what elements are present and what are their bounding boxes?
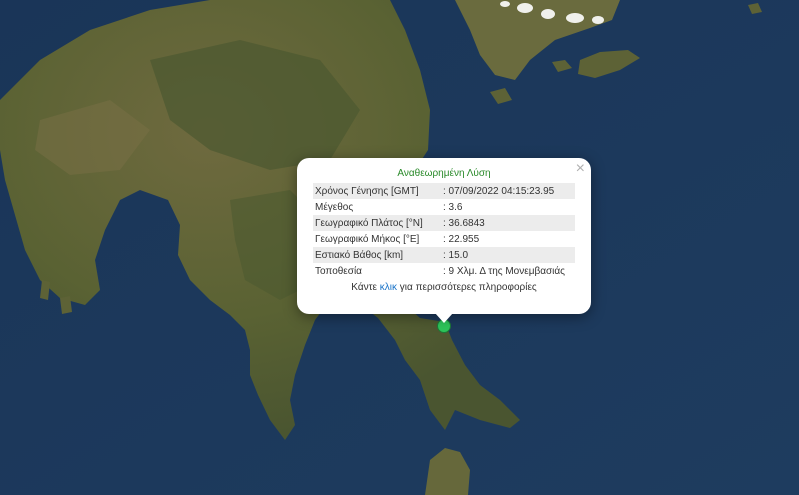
earthquake-details-table: Χρόνος Γένησης [GMT]: 07/09/2022 04:15:2… [313,183,575,279]
info-label: Μέγεθος [313,199,441,215]
more-info-line: Κάντε κλικ για περισσότερες πληροφορίες [313,281,575,295]
more-info-prefix: Κάντε [351,282,380,293]
more-info-suffix: για περισσότερες πληροφορίες [397,282,537,293]
info-label: Γεωγραφικό Μήκος [°E] [313,231,441,247]
info-row: Μέγεθος: 3.6 [313,199,575,215]
info-label: Χρόνος Γένησης [GMT] [313,183,441,199]
island [60,296,72,314]
info-label: Γεωγραφικό Πλάτος [°N] [313,215,441,231]
info-row: Χρόνος Γένησης [GMT]: 07/09/2022 04:15:2… [313,183,575,199]
popup-tip [435,313,453,323]
info-label: Τοποθεσία [313,263,441,279]
info-label: Εστιακό Βάθος [km] [313,247,441,263]
more-info-link[interactable]: κλικ [380,282,397,293]
close-icon[interactable]: × [576,161,585,177]
info-row: Γεωγραφικό Μήκος [°E]: 22.955 [313,231,575,247]
info-value: : 22.955 [441,231,575,247]
popup-title: Αναθεωρημένη Λύση [397,168,491,179]
info-row: Γεωγραφικό Πλάτος [°N]: 36.6843 [313,215,575,231]
info-value: : 15.0 [441,247,575,263]
info-row: Τοποθεσία: 9 Χλμ. Δ της Μονεμβασιάς [313,263,575,279]
earthquake-info-popup: × Αναθεωρημένη Λύση Χρόνος Γένησης [GMT]… [297,158,591,323]
info-value: : 3.6 [441,199,575,215]
info-value: : 07/09/2022 04:15:23.95 [441,183,575,199]
info-value: : 36.6843 [441,215,575,231]
info-row: Εστιακό Βάθος [km]: 15.0 [313,247,575,263]
info-value: : 9 Χλμ. Δ της Μονεμβασιάς [441,263,575,279]
